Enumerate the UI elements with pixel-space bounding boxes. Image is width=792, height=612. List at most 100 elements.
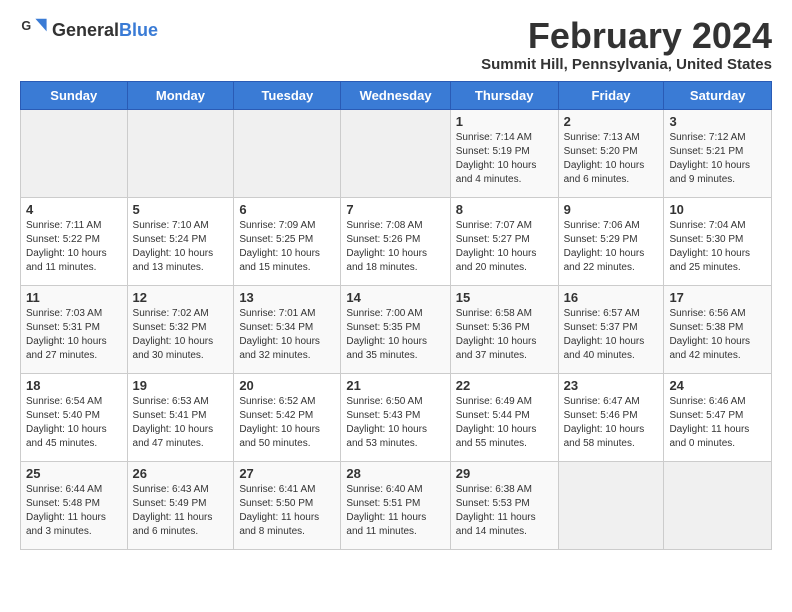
day-info: Sunrise: 7:14 AMSunset: 5:19 PMDaylight:…: [456, 131, 553, 187]
day-info: Sunrise: 6:38 AMSunset: 5:53 PMDaylight:…: [456, 483, 553, 539]
day-number: 21: [346, 378, 444, 393]
calendar-day-cell: 6 Sunrise: 7:09 AMSunset: 5:25 PMDaylight…: [234, 197, 341, 285]
calendar-table: SundayMondayTuesdayWednesdayThursdayFrid…: [20, 81, 772, 550]
day-number: 25: [26, 466, 122, 481]
day-info: Sunrise: 7:08 AMSunset: 5:26 PMDaylight:…: [346, 219, 444, 275]
calendar-day-cell: 5 Sunrise: 7:10 AMSunset: 5:24 PMDaylight…: [127, 197, 234, 285]
day-number: 15: [456, 290, 553, 305]
day-of-week-header: Wednesday: [341, 81, 450, 109]
day-of-week-header: Sunday: [21, 81, 128, 109]
calendar-week-row: 25Sunrise: 6:44 AMSunset: 5:48 PMDayligh…: [21, 461, 772, 549]
day-info: Sunrise: 6:50 AMSunset: 5:43 PMDaylight:…: [346, 395, 444, 451]
calendar-day-cell: 27Sunrise: 6:41 AMSunset: 5:50 PMDayligh…: [234, 461, 341, 549]
calendar-day-cell: 14 Sunrise: 7:00 AMSunset: 5:35 PMDayligh…: [341, 285, 450, 373]
day-info: Sunrise: 6:53 AMSunset: 5:41 PMDaylight:…: [133, 395, 229, 451]
day-number: 26: [133, 466, 229, 481]
calendar-day-cell: 3 Sunrise: 7:12 AMSunset: 5:21 PMDaylight…: [664, 109, 772, 197]
calendar-day-cell: [127, 109, 234, 197]
day-number: 8: [456, 202, 553, 217]
calendar-day-cell: 8 Sunrise: 7:07 AMSunset: 5:27 PMDaylight…: [450, 197, 558, 285]
day-number: 2: [564, 114, 659, 129]
day-number: 3: [669, 114, 766, 129]
day-info: Sunrise: 6:57 AMSunset: 5:37 PMDaylight:…: [564, 307, 659, 363]
calendar-day-cell: 17 Sunrise: 6:56 AMSunset: 5:38 PMDayligh…: [664, 285, 772, 373]
day-number: 16: [564, 290, 659, 305]
day-number: 24: [669, 378, 766, 393]
calendar-day-cell: 29 Sunrise: 6:38 AMSunset: 5:53 PMDayligh…: [450, 461, 558, 549]
day-number: 19: [133, 378, 229, 393]
calendar-day-cell: 20Sunrise: 6:52 AMSunset: 5:42 PMDayligh…: [234, 373, 341, 461]
logo-general-text: General: [52, 20, 119, 40]
day-info: Sunrise: 6:47 AMSunset: 5:46 PMDaylight:…: [564, 395, 659, 451]
calendar-day-cell: 21 Sunrise: 6:50 AMSunset: 5:43 PMDayligh…: [341, 373, 450, 461]
day-of-week-header: Monday: [127, 81, 234, 109]
calendar-day-cell: 23 Sunrise: 6:47 AMSunset: 5:46 PMDayligh…: [558, 373, 664, 461]
day-number: 29: [456, 466, 553, 481]
day-number: 11: [26, 290, 122, 305]
day-of-week-header: Tuesday: [234, 81, 341, 109]
calendar-week-row: 1 Sunrise: 7:14 AMSunset: 5:19 PMDaylight…: [21, 109, 772, 197]
day-info: Sunrise: 6:46 AMSunset: 5:47 PMDaylight:…: [669, 395, 766, 451]
logo-icon: G: [20, 16, 48, 44]
day-number: 27: [239, 466, 335, 481]
day-number: 12: [133, 290, 229, 305]
svg-text:G: G: [21, 19, 31, 33]
calendar-day-cell: 1 Sunrise: 7:14 AMSunset: 5:19 PMDaylight…: [450, 109, 558, 197]
day-of-week-header: Friday: [558, 81, 664, 109]
month-title: February 2024: [481, 16, 772, 56]
day-info: Sunrise: 7:03 AMSunset: 5:31 PMDaylight:…: [26, 307, 122, 363]
day-info: Sunrise: 7:00 AMSunset: 5:35 PMDaylight:…: [346, 307, 444, 363]
calendar-week-row: 4 Sunrise: 7:11 AMSunset: 5:22 PMDaylight…: [21, 197, 772, 285]
day-info: Sunrise: 7:04 AMSunset: 5:30 PMDaylight:…: [669, 219, 766, 275]
calendar-header-row: SundayMondayTuesdayWednesdayThursdayFrid…: [21, 81, 772, 109]
day-of-week-header: Saturday: [664, 81, 772, 109]
day-number: 4: [26, 202, 122, 217]
calendar-day-cell: 22 Sunrise: 6:49 AMSunset: 5:44 PMDayligh…: [450, 373, 558, 461]
calendar-day-cell: 28Sunrise: 6:40 AMSunset: 5:51 PMDayligh…: [341, 461, 450, 549]
day-of-week-header: Thursday: [450, 81, 558, 109]
calendar-day-cell: [664, 461, 772, 549]
day-info: Sunrise: 7:11 AMSunset: 5:22 PMDaylight:…: [26, 219, 122, 275]
calendar-day-cell: 7 Sunrise: 7:08 AMSunset: 5:26 PMDaylight…: [341, 197, 450, 285]
day-info: Sunrise: 7:01 AMSunset: 5:34 PMDaylight:…: [239, 307, 335, 363]
calendar-day-cell: 18Sunrise: 6:54 AMSunset: 5:40 PMDayligh…: [21, 373, 128, 461]
calendar-day-cell: 24 Sunrise: 6:46 AMSunset: 5:47 PMDayligh…: [664, 373, 772, 461]
day-info: Sunrise: 6:49 AMSunset: 5:44 PMDaylight:…: [456, 395, 553, 451]
day-info: Sunrise: 7:07 AMSunset: 5:27 PMDaylight:…: [456, 219, 553, 275]
day-number: 18: [26, 378, 122, 393]
day-number: 13: [239, 290, 335, 305]
day-number: 6: [239, 202, 335, 217]
day-info: Sunrise: 7:09 AMSunset: 5:25 PMDaylight:…: [239, 219, 335, 275]
page-header: G GeneralBlue February 2024 Summit Hill,…: [20, 16, 772, 73]
calendar-week-row: 18Sunrise: 6:54 AMSunset: 5:40 PMDayligh…: [21, 373, 772, 461]
day-info: Sunrise: 6:43 AMSunset: 5:49 PMDaylight:…: [133, 483, 229, 539]
day-number: 10: [669, 202, 766, 217]
day-info: Sunrise: 7:10 AMSunset: 5:24 PMDaylight:…: [133, 219, 229, 275]
calendar-week-row: 11 Sunrise: 7:03 AMSunset: 5:31 PMDayligh…: [21, 285, 772, 373]
logo-blue-text: Blue: [119, 20, 158, 40]
title-area: February 2024 Summit Hill, Pennsylvania,…: [481, 16, 772, 73]
day-number: 14: [346, 290, 444, 305]
calendar-day-cell: [21, 109, 128, 197]
day-number: 23: [564, 378, 659, 393]
calendar-day-cell: 19 Sunrise: 6:53 AMSunset: 5:41 PMDayligh…: [127, 373, 234, 461]
day-number: 22: [456, 378, 553, 393]
calendar-day-cell: [234, 109, 341, 197]
day-info: Sunrise: 7:13 AMSunset: 5:20 PMDaylight:…: [564, 131, 659, 187]
day-number: 5: [133, 202, 229, 217]
location-title: Summit Hill, Pennsylvania, United States: [481, 56, 772, 73]
calendar-day-cell: 11 Sunrise: 7:03 AMSunset: 5:31 PMDayligh…: [21, 285, 128, 373]
day-number: 7: [346, 202, 444, 217]
day-info: Sunrise: 6:56 AMSunset: 5:38 PMDaylight:…: [669, 307, 766, 363]
logo: G GeneralBlue: [20, 16, 158, 44]
calendar-day-cell: 12Sunrise: 7:02 AMSunset: 5:32 PMDayligh…: [127, 285, 234, 373]
day-number: 17: [669, 290, 766, 305]
day-info: Sunrise: 6:52 AMSunset: 5:42 PMDaylight:…: [239, 395, 335, 451]
day-number: 1: [456, 114, 553, 129]
calendar-day-cell: 15Sunrise: 6:58 AMSunset: 5:36 PMDayligh…: [450, 285, 558, 373]
calendar-day-cell: 4 Sunrise: 7:11 AMSunset: 5:22 PMDaylight…: [21, 197, 128, 285]
calendar-day-cell: [558, 461, 664, 549]
calendar-day-cell: [341, 109, 450, 197]
day-info: Sunrise: 7:12 AMSunset: 5:21 PMDaylight:…: [669, 131, 766, 187]
day-number: 28: [346, 466, 444, 481]
